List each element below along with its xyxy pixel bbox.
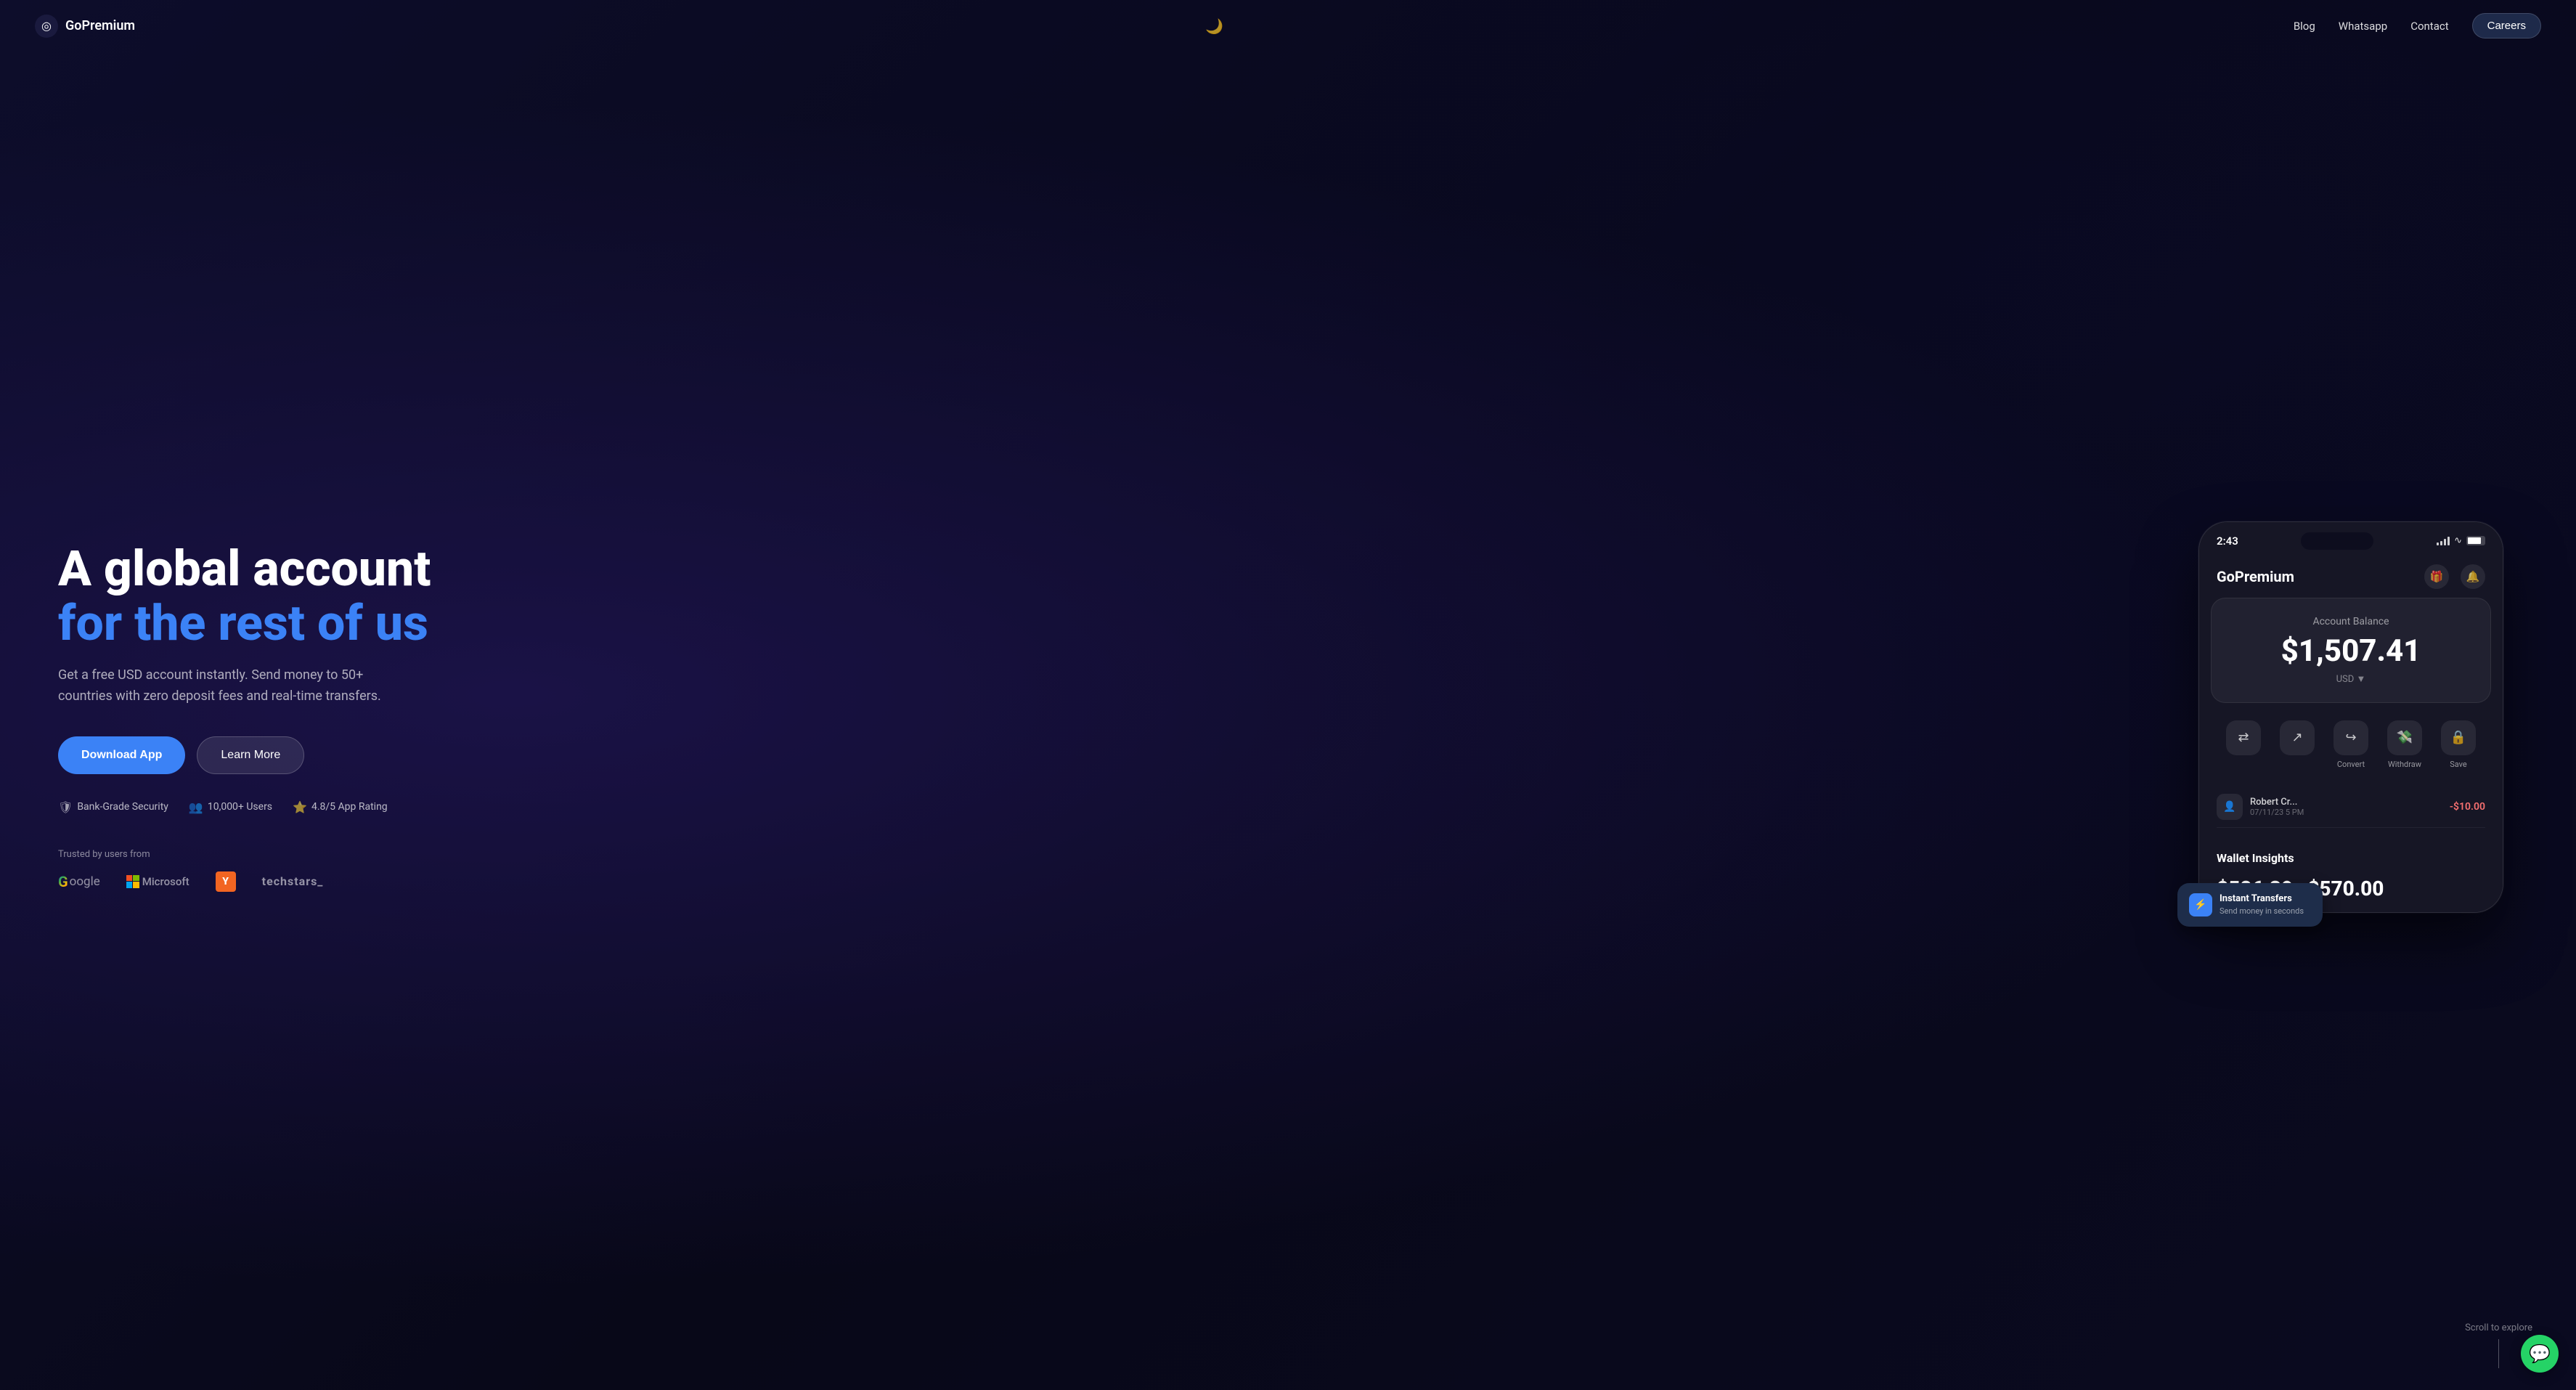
notification-icon[interactable]: 🔔: [2461, 564, 2485, 589]
hero-badges: 🛡 Bank-Grade Security 👥 10,000+ Users ⭐ …: [58, 800, 465, 814]
app-header: GoPremium 🎁 🔔: [2199, 556, 2503, 598]
navbar: ◎ GoPremium 🌙 Blog Whatsapp Contact Care…: [0, 0, 2576, 52]
whatsapp-icon: 💬: [2529, 1344, 2551, 1364]
ycombinator-logo: Y: [216, 871, 236, 892]
action-withdraw[interactable]: 💸 Withdraw: [2387, 720, 2422, 769]
hero-content: A global account for the rest of us Get …: [58, 542, 465, 891]
balance-label: Account Balance: [2229, 616, 2473, 627]
transaction-time: 07/11/23 5 PM: [2250, 808, 2304, 817]
badge-rating: ⭐ 4.8/5 App Rating: [293, 800, 388, 814]
tooltip-subtitle: Send money in seconds: [2220, 906, 2304, 916]
hero-buttons: Download App Learn More: [58, 736, 465, 774]
balance-card: Account Balance $1,507.41 USD ▼: [2211, 598, 2491, 703]
phone-status-bar: 2:43 ∿: [2199, 522, 2503, 556]
security-icon: 🛡: [58, 800, 73, 814]
insights-title: Wallet Insights: [2217, 851, 2485, 865]
balance-currency[interactable]: USD ▼: [2229, 673, 2473, 685]
table-row: 👤 Robert Cr... 07/11/23 5 PM -$10.00: [2217, 787, 2485, 828]
signal-icon: [2437, 537, 2450, 545]
lightning-icon: ⚡: [2189, 893, 2212, 916]
nav-link-blog[interactable]: Blog: [2294, 20, 2315, 33]
gift-icon[interactable]: 🎁: [2424, 564, 2449, 589]
transactions-area: 👤 Robert Cr... 07/11/23 5 PM -$10.00: [2199, 781, 2503, 840]
action-buttons: ⇄ ↗ ↪ Convert 💸 Withdraw 🔒: [2199, 712, 2503, 781]
withdraw-icon: 💸: [2387, 720, 2422, 755]
users-icon: 👥: [189, 800, 203, 814]
trusted-section: Trusted by users from G oogle Microsoft …: [58, 849, 465, 892]
convert-icon: ↪: [2334, 720, 2368, 755]
logo-icon: ◎: [35, 15, 58, 38]
learn-more-button[interactable]: Learn More: [197, 736, 304, 774]
action-transfer[interactable]: ↗: [2280, 720, 2315, 769]
phone-mockup: 2:43 ∿ GoPremium: [2198, 521, 2503, 913]
download-app-button[interactable]: Download App: [58, 736, 185, 774]
status-time: 2:43: [2217, 535, 2238, 548]
action-send[interactable]: ⇄: [2226, 720, 2261, 769]
whatsapp-button[interactable]: 💬: [2521, 1335, 2559, 1373]
scroll-line: [2498, 1339, 2499, 1368]
balance-amount: $1,507.41: [2229, 633, 2473, 669]
trusted-label: Trusted by users from: [58, 849, 465, 860]
theme-toggle[interactable]: 🌙: [1205, 17, 1223, 35]
careers-button[interactable]: Careers: [2472, 13, 2541, 38]
instant-transfer-tooltip: ⚡ Instant Transfers Send money in second…: [2177, 883, 2323, 927]
transaction-name: Robert Cr...: [2250, 797, 2304, 808]
nav-links: Blog Whatsapp Contact Careers: [2294, 13, 2541, 38]
wifi-icon: ∿: [2454, 535, 2462, 546]
transaction-icon: 👤: [2217, 794, 2243, 820]
google-logo: G oogle: [58, 873, 100, 890]
status-icons: ∿: [2437, 535, 2485, 546]
hero-subtitle: Get a free USD account instantly. Send m…: [58, 665, 407, 707]
convert-label: Convert: [2337, 760, 2365, 769]
withdraw-label: Withdraw: [2388, 760, 2421, 769]
nav-logo-group: ◎ GoPremium: [35, 15, 135, 38]
battery-icon: [2466, 536, 2485, 545]
send-icon: ⇄: [2226, 720, 2261, 755]
phone-container: 2:43 ∿ GoPremium: [2184, 521, 2518, 913]
app-header-icons: 🎁 🔔: [2424, 564, 2485, 589]
status-notch: [2301, 532, 2373, 550]
hero-title: A global account for the rest of us: [58, 542, 465, 651]
nav-link-contact[interactable]: Contact: [2410, 20, 2448, 33]
action-save[interactable]: 🔒 Save: [2441, 720, 2476, 769]
transaction-amount: -$10.00: [2450, 801, 2485, 813]
save-label: Save: [2450, 760, 2467, 769]
star-icon: ⭐: [293, 800, 307, 814]
phone-inner: 2:43 ∿ GoPremium: [2199, 522, 2503, 912]
hero-section: A global account for the rest of us Get …: [0, 0, 2576, 1390]
tooltip-title: Instant Transfers: [2220, 893, 2304, 904]
trusted-logos: G oogle Microsoft Y techstars_: [58, 871, 465, 892]
microsoft-logo: Microsoft: [126, 875, 189, 888]
transfer-icon: ↗: [2280, 720, 2315, 755]
badge-security: 🛡 Bank-Grade Security: [58, 800, 168, 814]
action-convert[interactable]: ↪ Convert: [2334, 720, 2368, 769]
app-name: GoPremium: [2217, 568, 2294, 585]
save-icon: 🔒: [2441, 720, 2476, 755]
nav-link-whatsapp[interactable]: Whatsapp: [2339, 20, 2387, 33]
logo-text: GoPremium: [65, 18, 135, 33]
badge-users: 👥 10,000+ Users: [189, 800, 272, 814]
techstars-logo: techstars_: [262, 874, 324, 888]
